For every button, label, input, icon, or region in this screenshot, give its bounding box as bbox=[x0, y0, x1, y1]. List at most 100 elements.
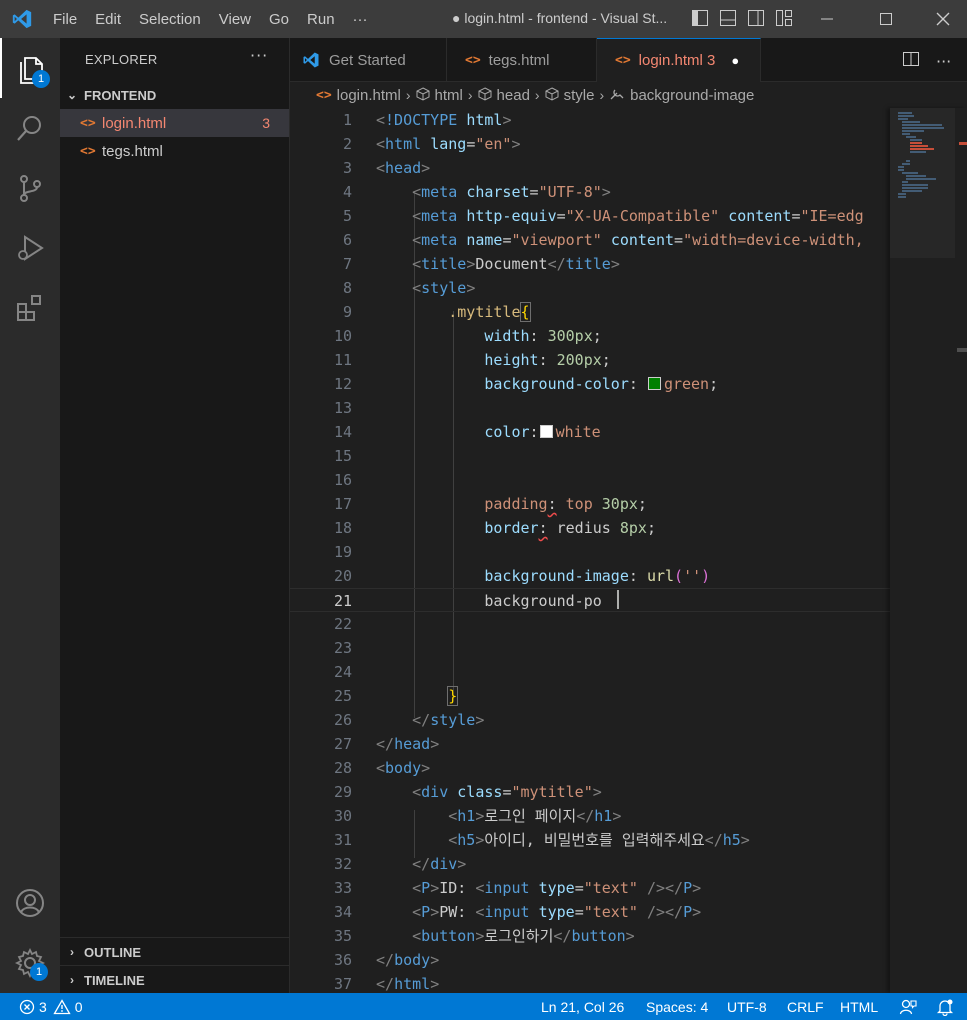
code-line: 11 height: 200px; bbox=[290, 348, 890, 372]
vscode-logo-icon bbox=[303, 52, 319, 68]
unsaved-dot-icon[interactable]: ● bbox=[731, 53, 739, 68]
file-tegs-html[interactable]: <> tegs.html bbox=[60, 137, 289, 165]
html-file-icon: <> bbox=[465, 52, 481, 68]
explorer-more-button[interactable]: ··· bbox=[250, 46, 268, 65]
minimap-line bbox=[910, 151, 926, 153]
toggle-panel-icon[interactable] bbox=[718, 8, 738, 28]
breadcrumb: <> login.html › html › head › style › bac… bbox=[290, 82, 967, 108]
code-line: 22 bbox=[290, 612, 890, 636]
color-swatch-white[interactable] bbox=[539, 425, 553, 438]
code-token: 로그인하기 bbox=[484, 927, 554, 945]
feedback-button[interactable] bbox=[899, 993, 917, 1020]
eol-status[interactable]: CRLF bbox=[787, 993, 824, 1020]
cursor-position-status[interactable]: Ln 21, Col 26 bbox=[541, 993, 624, 1020]
breadcrumb-label: html bbox=[434, 86, 463, 104]
vertical-scrollbar[interactable] bbox=[955, 108, 967, 993]
code-token: "width=device-width, bbox=[683, 231, 864, 249]
breadcrumb-file[interactable]: <> login.html bbox=[316, 87, 401, 104]
file-login-html[interactable]: <> login.html 3 bbox=[60, 109, 289, 137]
code-line: 6 <meta name="viewport" content="width=d… bbox=[290, 228, 890, 252]
scrollbar-error-marker bbox=[959, 142, 967, 145]
search-activity[interactable] bbox=[0, 98, 60, 158]
close-button[interactable] bbox=[915, 0, 967, 38]
extensions-activity[interactable] bbox=[0, 278, 60, 338]
line-number: 10 bbox=[333, 327, 352, 345]
encoding-status[interactable]: UTF-8 bbox=[727, 993, 767, 1020]
code-line: 17 padding: top 30px; bbox=[290, 492, 890, 516]
tab-login-html[interactable]: <> login.html 3 ● bbox=[597, 38, 761, 82]
breadcrumb-html[interactable]: html bbox=[416, 87, 463, 104]
code-line: 24 bbox=[290, 660, 890, 684]
menu-go[interactable]: Go bbox=[260, 11, 298, 28]
minimap[interactable] bbox=[890, 108, 967, 993]
menu-file[interactable]: File bbox=[44, 11, 86, 28]
run-debug-activity[interactable] bbox=[0, 218, 60, 278]
minimap-line bbox=[902, 163, 910, 165]
manage-activity[interactable]: 1 bbox=[0, 933, 60, 993]
menu-edit[interactable]: Edit bbox=[86, 11, 130, 28]
code-line: 18 border: redius 8px; bbox=[290, 516, 890, 540]
toggle-primary-sidebar-icon[interactable] bbox=[690, 8, 710, 28]
code-token: ID: bbox=[439, 879, 476, 897]
minimap-line bbox=[902, 187, 928, 189]
toggle-secondary-sidebar-icon[interactable] bbox=[746, 8, 766, 28]
breadcrumb-head[interactable]: head bbox=[478, 87, 530, 104]
line-number: 33 bbox=[333, 879, 352, 897]
code-token: color bbox=[484, 423, 530, 441]
source-control-activity[interactable] bbox=[0, 158, 60, 218]
code-editor[interactable]: 1 <!DOCTYPE html> 2 <html lang="en"> 3 <hea… bbox=[290, 108, 890, 993]
line-number: 8 bbox=[342, 279, 352, 297]
code-line: 19 bbox=[290, 540, 890, 564]
warning-icon bbox=[53, 998, 71, 1014]
cube-icon bbox=[545, 86, 559, 104]
customize-layout-icon[interactable] bbox=[774, 8, 794, 28]
code-token: '' bbox=[683, 567, 702, 585]
notifications-button[interactable] bbox=[936, 993, 954, 1020]
minimap-line bbox=[902, 181, 908, 183]
tab-get-started[interactable]: Get Started bbox=[290, 38, 447, 82]
minimap-line bbox=[902, 172, 918, 174]
minimap-error-marker bbox=[910, 145, 928, 147]
tab-label: login.html 3 bbox=[638, 52, 716, 69]
line-number: 22 bbox=[333, 615, 352, 633]
indentation-status[interactable]: Spaces: 4 bbox=[646, 993, 708, 1020]
scrollbar-thumb[interactable] bbox=[957, 348, 967, 352]
maximize-button[interactable] bbox=[858, 0, 914, 38]
problems-status[interactable]: 3 0 bbox=[19, 993, 83, 1020]
code-token: class bbox=[457, 783, 503, 801]
language-mode-status[interactable]: HTML bbox=[840, 993, 878, 1020]
breadcrumb-style[interactable]: style bbox=[545, 86, 594, 104]
outline-section-header[interactable]: › OUTLINE bbox=[60, 937, 289, 966]
explorer-activity[interactable]: 1 bbox=[0, 38, 60, 98]
code-line: 25 } bbox=[290, 684, 890, 708]
line-number: 26 bbox=[333, 711, 352, 729]
menu-more[interactable]: ··· bbox=[344, 11, 377, 28]
minimap-line bbox=[902, 130, 924, 132]
tab-tegs-html[interactable]: <> tegs.html bbox=[447, 38, 597, 82]
folder-header-frontend[interactable]: ⌄ FRONTEND bbox=[60, 81, 289, 109]
line-number: 31 bbox=[333, 831, 352, 849]
menu-selection[interactable]: Selection bbox=[130, 11, 210, 28]
menu-run[interactable]: Run bbox=[298, 11, 344, 28]
code-token: 8px bbox=[619, 519, 647, 537]
color-swatch-green[interactable] bbox=[647, 377, 661, 390]
code-token: "text" bbox=[583, 903, 638, 921]
line-number: 13 bbox=[333, 399, 352, 417]
breadcrumb-background-image[interactable]: background-image bbox=[609, 87, 754, 104]
timeline-section-header[interactable]: › TIMELINE bbox=[60, 965, 289, 994]
code-line: 4 <meta charset="UTF-8"> bbox=[290, 180, 890, 204]
line-number: 2 bbox=[342, 135, 352, 153]
code-line: 27 </head> bbox=[290, 732, 890, 756]
chevron-right-icon: › bbox=[534, 87, 540, 103]
menu-view[interactable]: View bbox=[210, 11, 260, 28]
accounts-activity[interactable] bbox=[0, 873, 60, 933]
code-token: height bbox=[484, 351, 539, 369]
more-actions-icon[interactable]: ··· bbox=[936, 52, 951, 71]
activity-bar: 1 1 bbox=[0, 38, 60, 993]
code-line: 20 background-image: url('') bbox=[290, 564, 890, 588]
split-editor-icon[interactable] bbox=[902, 50, 920, 72]
code-line: 34 <P>PW: <input type="text" /></P> bbox=[290, 900, 890, 924]
minimize-button[interactable] bbox=[799, 0, 855, 38]
minimap-line bbox=[906, 160, 910, 162]
bell-icon bbox=[936, 999, 954, 1016]
